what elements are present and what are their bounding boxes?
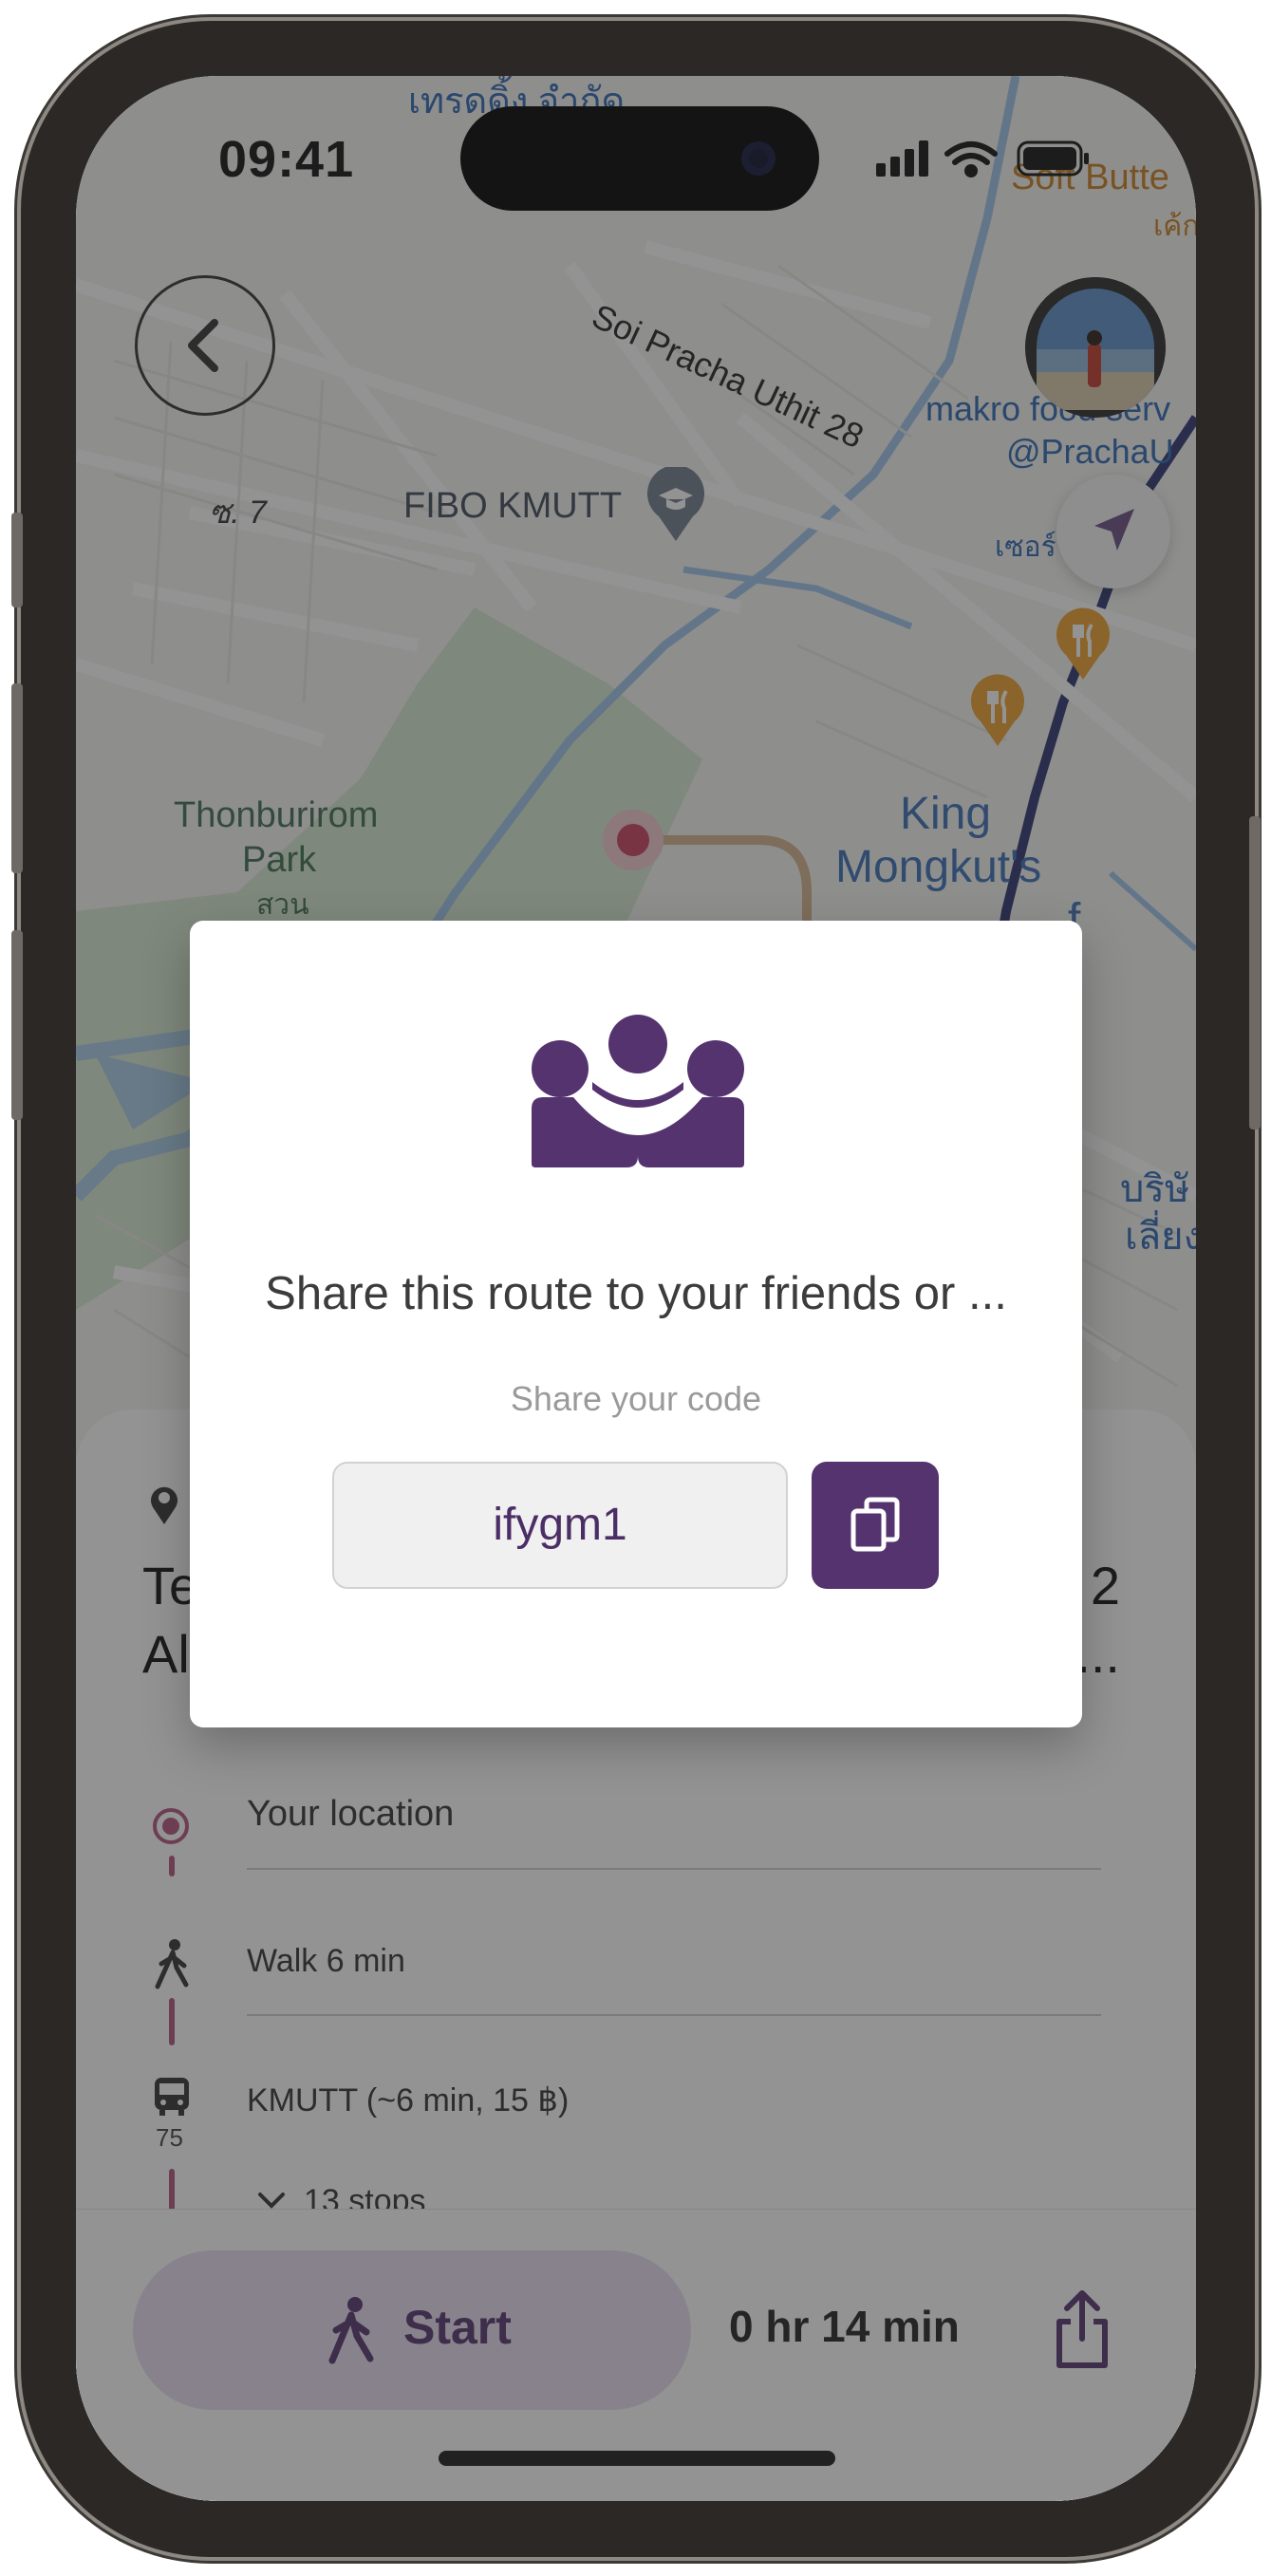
- volume-down-button: [11, 930, 23, 1120]
- group-icon: [532, 1015, 744, 1167]
- phone-screen: เทรดดิ้ง จำกัด Soft Butte เค้ก Soi Prach…: [76, 76, 1196, 2501]
- copy-code-button[interactable]: [812, 1462, 939, 1589]
- copy-icon: [850, 1497, 900, 1552]
- modal-title: Share this route to your friends or ...: [265, 1268, 1007, 1319]
- power-button: [1249, 816, 1261, 1129]
- share-code-field[interactable]: ifygm1: [332, 1462, 788, 1589]
- modal-subtitle: Share your code: [510, 1379, 762, 1418]
- share-route-modal: Share this route to your friends or ... …: [190, 921, 1082, 1727]
- volume-up-button: [11, 683, 23, 873]
- action-button: [11, 513, 23, 607]
